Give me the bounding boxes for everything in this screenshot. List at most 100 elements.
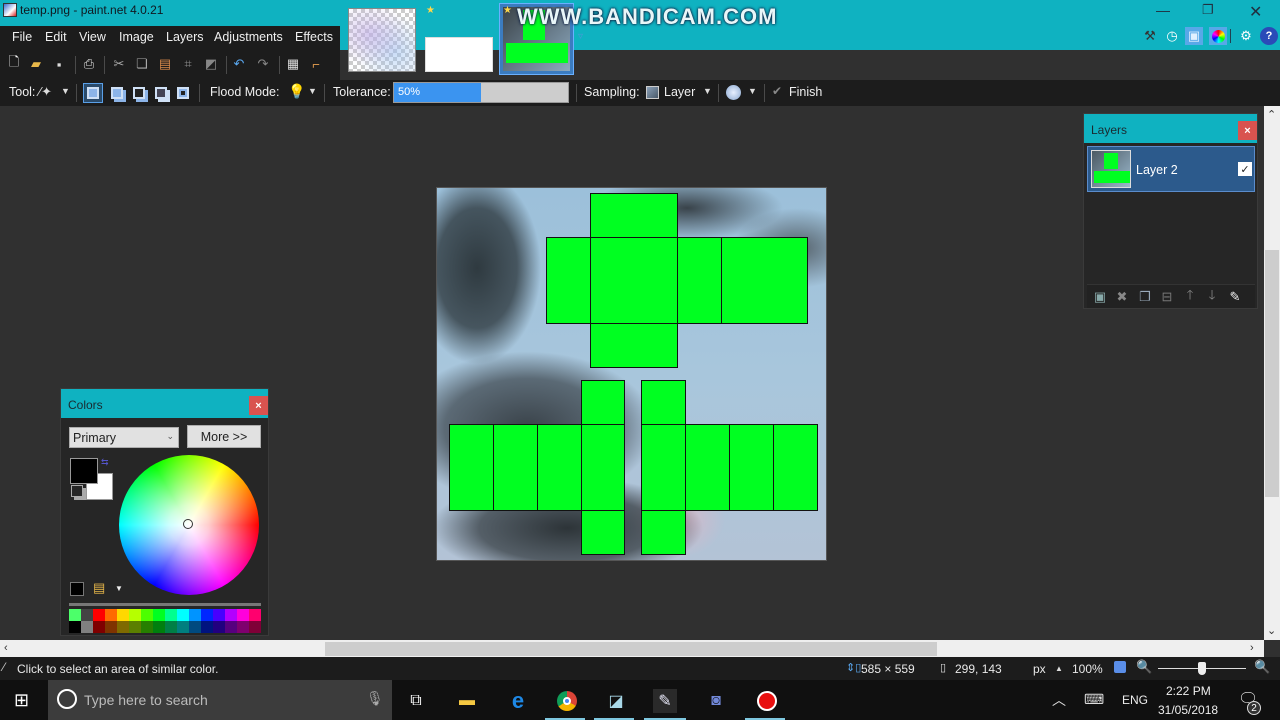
redo-icon[interactable]: ↷ (255, 56, 271, 72)
menu-adjustments[interactable]: Adjustments (214, 30, 283, 44)
layers-window-icon[interactable]: ▣ (1185, 27, 1203, 45)
sampling-chevron-icon[interactable]: ▼ (703, 86, 712, 96)
intersect-mode-icon[interactable] (151, 83, 171, 103)
scroll-up-icon[interactable]: ⌃ (1267, 108, 1276, 121)
exclude-mode-icon[interactable] (129, 83, 149, 103)
contiguous-icon[interactable]: 💡 (288, 83, 305, 100)
menu-file[interactable]: File (12, 30, 32, 44)
palette-swatch[interactable] (117, 621, 129, 633)
ruler-icon[interactable]: ⌐ (308, 56, 324, 72)
move-layer-up-icon[interactable]: 🡑 (1182, 287, 1198, 305)
task-view-icon[interactable]: ⧉ (404, 689, 428, 713)
print-icon[interactable]: ⎙ (81, 56, 97, 72)
antialiasing-icon[interactable] (726, 85, 741, 100)
discord-icon[interactable]: ◙ (704, 689, 728, 713)
layer-visibility-checkbox[interactable]: ✓ (1238, 162, 1252, 176)
scroll-right-icon[interactable]: › (1250, 642, 1254, 654)
palette-swatch[interactable] (249, 621, 261, 633)
union-mode-icon[interactable] (107, 83, 127, 103)
layer-sampling-icon[interactable] (646, 86, 659, 99)
palette-swatch[interactable] (177, 621, 189, 633)
palette-swatch[interactable] (201, 621, 213, 633)
move-layer-down-icon[interactable]: 🡓 (1204, 287, 1220, 305)
palette-chevron-icon[interactable]: ▼ (115, 584, 123, 593)
open-icon[interactable]: ▰ (28, 56, 44, 72)
add-layer-icon[interactable]: ▣ (1092, 289, 1108, 305)
primary-color-swatch[interactable] (70, 458, 98, 484)
image-tab-blank[interactable] (425, 37, 493, 72)
palette-swatch[interactable] (129, 621, 141, 633)
bandicam-record-icon[interactable] (755, 689, 779, 713)
zoom-slider-thumb[interactable] (1198, 662, 1206, 675)
deselect-icon[interactable]: ◩ (203, 56, 219, 72)
windows-start-icon[interactable]: ⊞ (14, 690, 29, 711)
notepad-icon[interactable]: ◪ (604, 689, 628, 713)
palette-swatch[interactable] (81, 609, 93, 621)
paste-icon[interactable]: ▤ (157, 56, 173, 72)
tolerance-slider[interactable]: 50% (393, 82, 569, 103)
save-icon[interactable]: ▪ (51, 56, 67, 72)
palette-swatch[interactable] (189, 621, 201, 633)
zoom-out-icon[interactable]: 🔍 (1136, 659, 1152, 675)
new-icon[interactable]: 🗋 (6, 54, 22, 72)
copy-icon[interactable]: ❏ (134, 56, 150, 72)
colors-close-button[interactable]: × (249, 396, 268, 415)
file-explorer-icon[interactable]: ▬ (455, 689, 479, 713)
colors-window-icon[interactable] (1209, 27, 1227, 45)
menu-view[interactable]: View (79, 30, 106, 44)
history-icon[interactable]: ◷ (1163, 27, 1181, 45)
palette-swatch[interactable] (189, 609, 201, 621)
tool-dropdown-chevron-icon[interactable]: ▼ (61, 86, 70, 96)
menu-edit[interactable]: Edit (45, 30, 67, 44)
antialiasing-chevron-icon[interactable]: ▼ (748, 86, 757, 96)
palette-swatch[interactable] (117, 609, 129, 621)
flood-mode-chevron-icon[interactable]: ▼ (308, 86, 317, 96)
palette-swatch[interactable] (93, 621, 105, 633)
menu-image[interactable]: Image (119, 30, 154, 44)
palette-swatch[interactable] (93, 609, 105, 621)
duplicate-layer-icon[interactable]: ❐ (1137, 289, 1153, 305)
settings-icon[interactable]: ⚙ (1237, 27, 1255, 45)
palette-swatch[interactable] (213, 609, 225, 621)
layers-panel-header[interactable]: Layers × (1084, 114, 1257, 143)
clock-date[interactable]: 31/05/2018 (1158, 703, 1218, 717)
palette-swatch[interactable] (129, 609, 141, 621)
edge-icon[interactable]: e (506, 688, 530, 713)
palette-swatch[interactable] (105, 609, 117, 621)
swap-colors-icon[interactable]: ⇆ (101, 457, 109, 468)
zoom-to-window-icon[interactable] (1114, 661, 1126, 673)
minimize-icon[interactable]: — (1156, 2, 1170, 18)
vertical-scrollbar-thumb[interactable] (1265, 250, 1279, 497)
units-chevron-icon[interactable]: ▲ (1055, 664, 1063, 673)
replace-mode-icon[interactable] (83, 83, 103, 103)
palette-swatch[interactable] (177, 609, 189, 621)
palette-swatch[interactable] (225, 609, 237, 621)
paint-net-app-icon[interactable] (3, 3, 17, 17)
clock-time[interactable]: 2:22 PM (1166, 684, 1211, 698)
palette-swatch[interactable] (165, 609, 177, 621)
color-wheel-cursor[interactable] (183, 519, 193, 529)
show-hidden-icons-icon[interactable]: ︿ (1052, 690, 1066, 710)
layer-properties-icon[interactable]: ✎ (1227, 289, 1243, 305)
zoom-in-icon[interactable]: 🔍 (1254, 659, 1270, 675)
scroll-left-icon[interactable]: ‹ (4, 642, 8, 654)
undo-icon[interactable]: ↶ (231, 56, 247, 72)
palette-swatch[interactable] (165, 621, 177, 633)
colors-panel-header[interactable]: Colors × (61, 389, 268, 418)
reset-colors-icon[interactable] (71, 485, 83, 497)
palette-swatch[interactable] (105, 621, 117, 633)
crop-icon[interactable]: ⌗ (180, 56, 196, 72)
grid-icon[interactable]: ▦ (285, 56, 301, 72)
palette-swatch[interactable] (213, 621, 225, 633)
scroll-down-icon[interactable]: ⌄ (1267, 624, 1276, 637)
palette-swatch[interactable] (69, 609, 81, 621)
units-selector[interactable]: px (1033, 662, 1046, 676)
palette-swatch[interactable] (81, 621, 93, 633)
menu-effects[interactable]: Effects (295, 30, 333, 44)
add-to-palette-icon[interactable] (70, 582, 84, 596)
taskbar-search-box[interactable]: Type here to search 🎙 (48, 680, 392, 720)
palette-swatch[interactable] (153, 609, 165, 621)
magic-wand-icon[interactable]: ⁄✦ (39, 84, 52, 100)
cut-icon[interactable]: ✂ (111, 56, 127, 72)
zoom-level[interactable]: 100% (1072, 662, 1103, 676)
